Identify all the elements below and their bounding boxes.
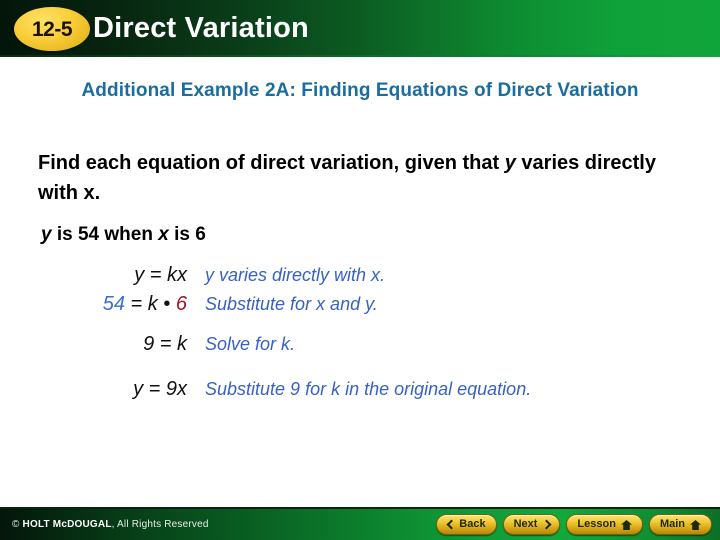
equation-cell: y = kx bbox=[55, 262, 205, 289]
description-cell: Substitute 9 for k in the original equat… bbox=[205, 379, 532, 399]
instruction-variable-y: y bbox=[504, 152, 516, 174]
example-subtitle: Additional Example 2A: Finding Equations… bbox=[81, 80, 639, 101]
copyright-brand: HOLT McDOUGAL bbox=[22, 519, 112, 530]
equation-text: y = 9x bbox=[133, 378, 187, 400]
solution-step-row: 54 = k • 6 Substitute for x and y. bbox=[55, 291, 675, 318]
equation-cell: 54 = k • 6 bbox=[55, 291, 205, 318]
solution-steps: y = kx y varies directly with x. 54 = k … bbox=[55, 262, 675, 405]
slide-root: 12-5 Direct Variation Additional Example… bbox=[0, 0, 720, 540]
main-button-label: Main bbox=[659, 518, 685, 530]
equation-cell: 9 = k bbox=[55, 331, 205, 358]
page-title: Direct Variation bbox=[93, 12, 309, 44]
equation-text: 54 = k • 6 bbox=[102, 293, 187, 315]
slide-header: 12-5 Direct Variation bbox=[0, 0, 720, 56]
given-text-b: is 6 bbox=[168, 224, 206, 245]
next-button-label: Next bbox=[513, 518, 538, 530]
equation-text: 9 = k bbox=[143, 333, 187, 355]
next-button[interactable]: Next bbox=[502, 514, 561, 535]
navigation-bar: Back Next Lesson Main bbox=[436, 514, 712, 535]
copyright-rest: , All Rights Reserved bbox=[111, 519, 209, 530]
given-variable-x: x bbox=[158, 224, 169, 245]
copyright-symbol: © bbox=[12, 519, 23, 530]
instruction-text: Find each equation of direct variation, … bbox=[38, 148, 678, 208]
chevron-left-icon bbox=[447, 520, 454, 529]
lesson-button[interactable]: Lesson bbox=[566, 514, 643, 535]
copyright-notice: © HOLT McDOUGAL, All Rights Reserved bbox=[12, 518, 209, 532]
lesson-number-label: 12-5 bbox=[31, 17, 73, 41]
instruction-part-1: Find each equation of direct variation, … bbox=[38, 152, 505, 174]
home-icon bbox=[690, 519, 701, 530]
solution-step-row: 9 = k Solve for k. bbox=[55, 331, 675, 358]
lesson-number-badge: 12-5 bbox=[14, 7, 90, 51]
main-button[interactable]: Main bbox=[648, 514, 712, 535]
solution-step-row: y = 9x Substitute 9 for k in the origina… bbox=[55, 376, 675, 403]
chevron-right-icon bbox=[542, 520, 549, 529]
home-icon bbox=[620, 519, 632, 530]
given-variable-y: y bbox=[41, 224, 52, 245]
header-divider bbox=[0, 55, 720, 57]
description-cell: Substitute for x and y. bbox=[205, 294, 378, 314]
given-condition: y is 54 when x is 6 bbox=[41, 221, 206, 249]
equation-text: y = kx bbox=[134, 264, 187, 286]
given-text-a: is 54 when bbox=[51, 224, 159, 245]
lesson-button-label: Lesson bbox=[577, 518, 616, 530]
equation-cell: y = 9x bbox=[55, 376, 205, 403]
solution-step-row: y = kx y varies directly with x. bbox=[55, 262, 675, 289]
description-cell: y varies directly with x. bbox=[205, 265, 386, 285]
back-button[interactable]: Back bbox=[436, 514, 497, 535]
back-button-label: Back bbox=[459, 518, 486, 530]
description-cell: Solve for k. bbox=[205, 334, 296, 354]
